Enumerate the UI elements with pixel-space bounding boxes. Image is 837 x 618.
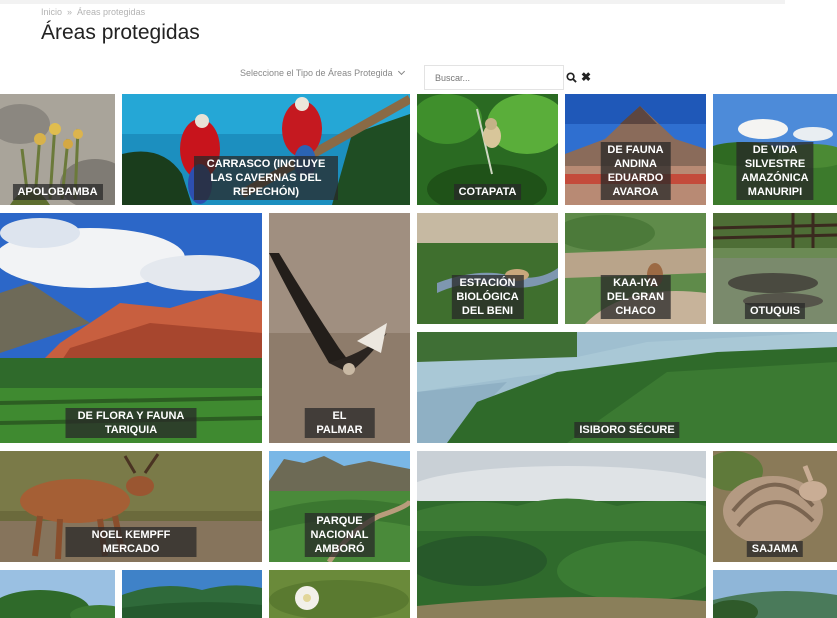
area-tile-apolobamba[interactable]: APOLOBAMBA [0, 94, 115, 205]
area-tile-el-palmar[interactable]: EL PALMAR [269, 213, 410, 443]
area-tile-label: DE VIDA SILVESTRE AMAZÓNICA MANURIPI [736, 142, 814, 200]
area-tile-label: CARRASCO (INCLUYE LAS CAVERNAS DEL REPEC… [194, 156, 338, 200]
area-tile-eduardo-avaroa[interactable]: DE FAUNA ANDINA EDUARDO AVAROA [565, 94, 706, 205]
area-tile-isiboro-secure[interactable]: ISIBORO SÉCURE [417, 332, 837, 443]
area-tile-beni[interactable]: ESTACIÓN BIOLÓGICA DEL BENI [417, 213, 558, 324]
search-icon[interactable] [566, 72, 577, 83]
area-tile-forest[interactable] [417, 451, 706, 618]
area-photo [0, 570, 115, 618]
top-bar [0, 0, 785, 4]
search-input[interactable] [424, 65, 564, 90]
area-tile-label: ESTACIÓN BIOLÓGICA DEL BENI [451, 275, 524, 319]
breadcrumb-separator: » [67, 7, 73, 17]
area-tile-label: PARQUE NACIONAL AMBORÓ [304, 513, 375, 557]
close-icon[interactable]: ✖ [581, 70, 591, 84]
area-tile-partial-2[interactable] [122, 570, 262, 618]
area-tile-label: ISIBORO SÉCURE [574, 422, 680, 438]
page: Inicio » Áreas protegidas Áreas protegid… [0, 0, 837, 618]
area-tile-label: SAJAMA [746, 541, 804, 557]
page-title: Áreas protegidas [41, 21, 200, 44]
area-photo [269, 570, 410, 618]
area-photo [122, 570, 262, 618]
breadcrumb-home-link[interactable]: Inicio [41, 7, 62, 17]
area-tile-carrasco[interactable]: CARRASCO (INCLUYE LAS CAVERNAS DEL REPEC… [122, 94, 410, 205]
area-photo [417, 451, 706, 618]
area-tile-manuripi[interactable]: DE VIDA SILVESTRE AMAZÓNICA MANURIPI [713, 94, 837, 205]
area-tile-partial-1[interactable] [0, 570, 115, 618]
area-photo [713, 570, 837, 618]
area-tile-cotapata[interactable]: COTAPATA [417, 94, 558, 205]
area-tile-partial-4[interactable] [713, 570, 837, 618]
area-tile-partial-3[interactable] [269, 570, 410, 618]
area-tile-label: DE FLORA Y FAUNA TARIQUIA [65, 408, 197, 438]
area-tile-label: KAA-IYA DEL GRAN CHACO [600, 275, 671, 319]
breadcrumb: Inicio » Áreas protegidas [41, 7, 145, 17]
chevron-down-icon [397, 67, 405, 76]
area-tile-noel-kempff[interactable]: NOEL KEMPFF MERCADO [0, 451, 262, 562]
area-type-select[interactable]: Seleccione el Tipo de Áreas Protegida [240, 67, 405, 78]
area-tile-label: NOEL KEMPFF MERCADO [65, 527, 197, 557]
area-tile-tariquia[interactable]: DE FLORA Y FAUNA TARIQUIA [0, 213, 262, 443]
area-tile-label: COTAPATA [453, 184, 522, 200]
breadcrumb-current: Áreas protegidas [77, 7, 146, 17]
area-tile-otuquis[interactable]: OTUQUIS [713, 213, 837, 324]
area-tile-kaa-iya[interactable]: KAA-IYA DEL GRAN CHACO [565, 213, 706, 324]
area-tile-label: APOLOBAMBA [12, 184, 103, 200]
area-tile-label: EL PALMAR [304, 408, 375, 438]
area-tile-label: OTUQUIS [744, 303, 806, 319]
area-tile-sajama[interactable]: SAJAMA [713, 451, 837, 562]
area-tile-amboro[interactable]: PARQUE NACIONAL AMBORÓ [269, 451, 410, 562]
area-tile-label: DE FAUNA ANDINA EDUARDO AVAROA [600, 142, 671, 200]
area-type-select-label: Seleccione el Tipo de Áreas Protegida [240, 68, 393, 78]
